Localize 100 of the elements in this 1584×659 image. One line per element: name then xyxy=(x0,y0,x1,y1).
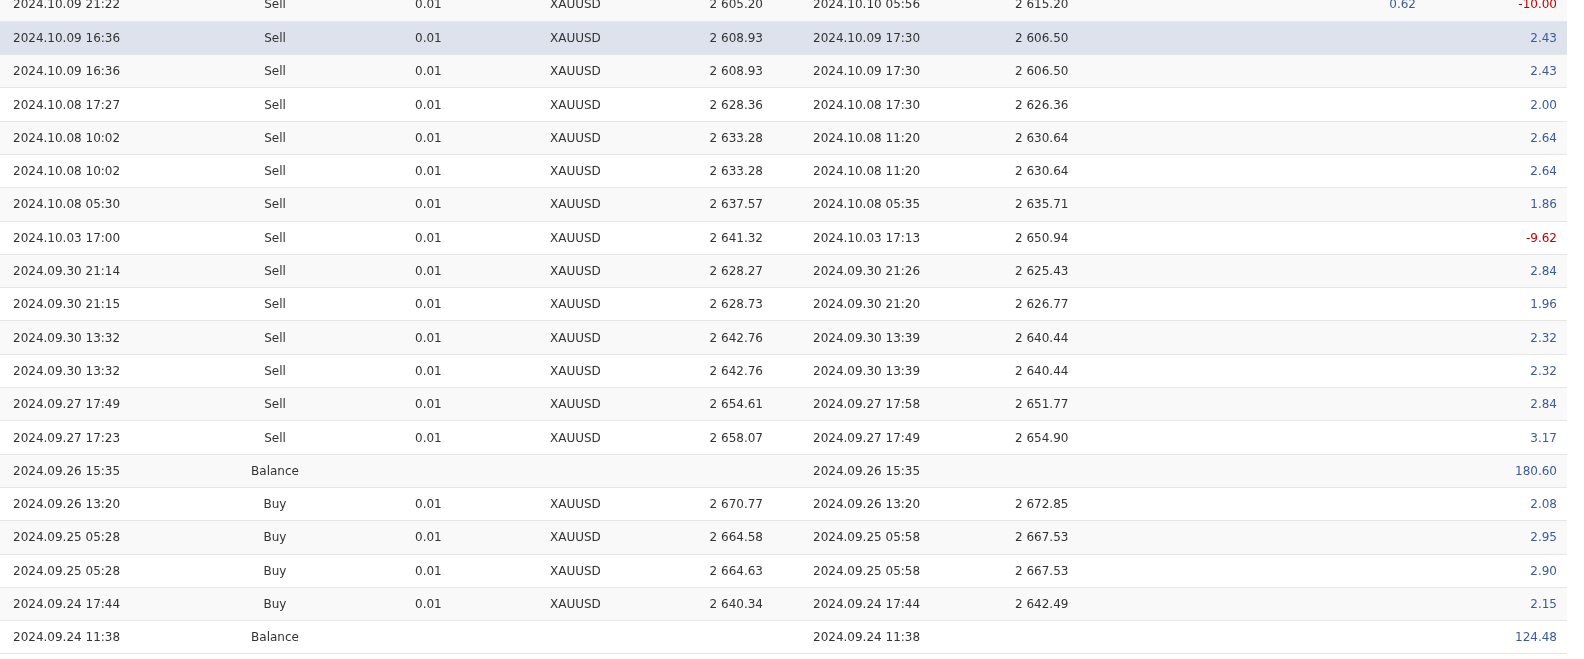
table-cell: 2 633.28 xyxy=(709,164,763,179)
table-row[interactable]: 2024.09.24 11:38 Balance 2024.09.24 11:38 124.48 xyxy=(0,620,1567,654)
table-cell: 0.01 xyxy=(415,330,442,345)
table-cell: 0.01 xyxy=(415,30,442,45)
table-cell: 2024.09.26 15:35 xyxy=(13,463,121,478)
table-cell: 2024.09.27 17:49 xyxy=(13,397,121,412)
table-cell: 0.01 xyxy=(415,563,442,578)
table-cell: 0.01 xyxy=(415,397,442,412)
table-cell: 2024.10.09 17:30 xyxy=(813,64,921,79)
table-cell: 2 651.77 xyxy=(1015,397,1069,412)
table-cell: 2024.09.30 13:32 xyxy=(13,330,121,345)
table-cell: 2.15 xyxy=(1530,597,1557,611)
table-cell: 2.43 xyxy=(1530,30,1557,45)
table-cell: 2024.09.30 13:39 xyxy=(813,363,921,378)
table-cell: 2 650.94 xyxy=(1015,230,1069,245)
table-cell: 2024.09.26 13:20 xyxy=(13,497,121,512)
table-cell: 2 640.34 xyxy=(709,597,763,611)
table-cell: Sell xyxy=(264,164,286,179)
table-row[interactable]: 2024.10.09 16:36 Sell 0.01 XAUUSD 2 608.93 2024.10.09 17:30 2 606.50 2.43 xyxy=(0,21,1567,55)
table-row[interactable]: 2024.10.09 16:36 Sell 0.01 XAUUSD 2 608.93 2024.10.09 17:30 2 606.50 2.43 xyxy=(0,54,1567,88)
table-cell: 2 664.63 xyxy=(709,563,763,578)
table-row[interactable]: 2024.09.24 17:44 Buy 0.01 XAUUSD 2 640.34 2024.09.24 17:44 2 642.49 2.15 xyxy=(0,587,1567,621)
table-row[interactable]: 2024.09.25 05:28 Buy 0.01 XAUUSD 2 664.58 2024.09.25 05:58 2 667.53 2.95 xyxy=(0,520,1567,555)
table-row[interactable]: 2024.09.30 21:15 Sell 0.01 XAUUSD 2 628.73 2024.09.30 21:20 2 626.77 1.96 xyxy=(0,287,1567,321)
table-cell: 2 628.73 xyxy=(709,297,763,312)
table-cell: 2024.09.30 21:20 xyxy=(813,297,921,312)
table-cell: 2 658.07 xyxy=(709,430,763,445)
table-row[interactable]: 2024.09.27 17:23 Sell 0.01 XAUUSD 2 658.07 2024.09.27 17:49 2 654.90 3.17 xyxy=(0,420,1567,455)
table-row[interactable]: 2024.10.09 21:22 Sell 0.01 XAUUSD 2 605.20 2024.10.10 05:56 2 615.20 0.62 -10.00 xyxy=(0,0,1567,22)
table-cell: 0.01 xyxy=(415,297,442,312)
table-cell: XAUUSD xyxy=(550,430,601,445)
table-cell: Buy xyxy=(263,497,287,512)
table-cell: 2024.10.10 05:56 xyxy=(813,0,921,12)
table-cell: 2024.09.25 05:58 xyxy=(813,530,921,545)
table-cell: XAUUSD xyxy=(550,130,601,145)
table-cell: XAUUSD xyxy=(550,297,601,312)
table-cell: XAUUSD xyxy=(550,397,601,412)
table-cell: 2024.09.24 17:44 xyxy=(813,597,921,611)
table-cell: XAUUSD xyxy=(550,597,601,611)
table-cell: 2024.09.30 13:39 xyxy=(813,330,921,345)
table-row[interactable]: 2024.09.26 15:35 Balance 2024.09.26 15:35 180.60 xyxy=(0,454,1567,488)
table-cell: 2 654.90 xyxy=(1015,430,1069,445)
table-cell: 2.64 xyxy=(1530,130,1557,145)
table-cell: 2 642.49 xyxy=(1015,597,1069,611)
table-cell: 3.17 xyxy=(1530,430,1557,445)
table-cell: 2024.09.25 05:58 xyxy=(813,563,921,578)
table-cell: 2 667.53 xyxy=(1015,563,1069,578)
table-cell: 1.96 xyxy=(1530,297,1557,312)
table-cell: 0.01 xyxy=(415,64,442,79)
table-cell: 0.01 xyxy=(415,497,442,512)
table-cell: Sell xyxy=(264,30,286,45)
table-cell: 0.01 xyxy=(415,264,442,278)
table-cell: XAUUSD xyxy=(550,497,601,512)
table-cell: XAUUSD xyxy=(550,264,601,278)
table-row[interactable]: 2024.09.25 05:28 Buy 0.01 XAUUSD 2 664.63 2024.09.25 05:58 2 667.53 2.90 xyxy=(0,554,1567,588)
table-cell: Sell xyxy=(264,0,286,12)
table-cell: 2 615.20 xyxy=(1015,0,1069,12)
table-cell: Sell xyxy=(264,230,286,245)
table-row[interactable]: 2024.10.08 10:02 Sell 0.01 XAUUSD 2 633.28 2024.10.08 11:20 2 630.64 2.64 xyxy=(0,121,1567,155)
table-cell: -9.62 xyxy=(1525,230,1557,245)
table-row[interactable]: 2024.09.26 13:20 Buy 0.01 XAUUSD 2 670.77 2024.09.26 13:20 2 672.85 2.08 xyxy=(0,487,1567,521)
table-row[interactable]: 2024.09.30 21:14 Sell 0.01 XAUUSD 2 628.27 2024.09.30 21:26 2 625.43 2.84 xyxy=(0,254,1567,288)
table-cell: 2024.09.26 13:20 xyxy=(813,497,921,512)
table-cell: XAUUSD xyxy=(550,530,601,545)
table-row[interactable]: 2024.09.27 17:49 Sell 0.01 XAUUSD 2 654.61 2024.09.27 17:58 2 651.77 2.84 xyxy=(0,387,1567,421)
table-cell: XAUUSD xyxy=(550,0,601,12)
table-cell: 2 642.76 xyxy=(709,330,763,345)
table-cell: 2.43 xyxy=(1530,64,1557,79)
table-cell: Buy xyxy=(263,530,287,545)
table-cell: Buy xyxy=(263,597,287,611)
table-cell: 2024.09.26 15:35 xyxy=(813,463,921,478)
table-cell: 2024.10.08 17:27 xyxy=(13,97,121,112)
table-cell: Sell xyxy=(264,130,286,145)
table-cell: 2 637.57 xyxy=(709,197,763,212)
table-cell: 2 641.32 xyxy=(709,230,763,245)
table-cell: 2024.09.27 17:23 xyxy=(13,430,121,445)
table-row[interactable]: 2024.09.30 13:32 Sell 0.01 XAUUSD 2 642.76 2024.09.30 13:39 2 640.44 2.32 xyxy=(0,320,1567,355)
table-cell: XAUUSD xyxy=(550,164,601,179)
table-row[interactable]: 2024.09.30 13:32 Sell 0.01 XAUUSD 2 642.76 2024.09.30 13:39 2 640.44 2.32 xyxy=(0,354,1567,388)
table-cell: 2.32 xyxy=(1530,330,1557,345)
table-row[interactable]: 2024.10.03 17:00 Sell 0.01 XAUUSD 2 641.32 2024.10.03 17:13 2 650.94 -9.62 xyxy=(0,221,1567,255)
table-cell: 180.60 xyxy=(1515,463,1557,478)
table-row[interactable]: 2024.10.08 10:02 Sell 0.01 XAUUSD 2 633.28 2024.10.08 11:20 2 630.64 2.64 xyxy=(0,154,1567,188)
table-cell: 2024.10.08 11:20 xyxy=(813,164,921,179)
table-cell: 2024.10.08 05:30 xyxy=(13,197,121,212)
table-cell: 0.01 xyxy=(415,530,442,545)
table-cell: Sell xyxy=(264,430,286,445)
table-row[interactable]: 2024.10.08 17:27 Sell 0.01 XAUUSD 2 628.36 2024.10.08 17:30 2 626.36 2.00 xyxy=(0,87,1567,122)
table-cell: 2.95 xyxy=(1530,530,1557,545)
table-cell: 2024.09.30 13:32 xyxy=(13,363,121,378)
table-cell: 2 667.53 xyxy=(1015,530,1069,545)
table-cell: 0.01 xyxy=(415,130,442,145)
table-cell: 0.01 xyxy=(415,230,442,245)
table-cell: 2024.09.25 05:28 xyxy=(13,530,121,545)
table-cell: 0.01 xyxy=(415,363,442,378)
table-cell: Sell xyxy=(264,97,286,112)
table-cell: 0.62 xyxy=(1389,0,1416,12)
table-cell: 2.32 xyxy=(1530,363,1557,378)
table-row[interactable]: 2024.10.08 05:30 Sell 0.01 XAUUSD 2 637.57 2024.10.08 05:35 2 635.71 1.86 xyxy=(0,187,1567,222)
table-cell: Sell xyxy=(264,297,286,312)
